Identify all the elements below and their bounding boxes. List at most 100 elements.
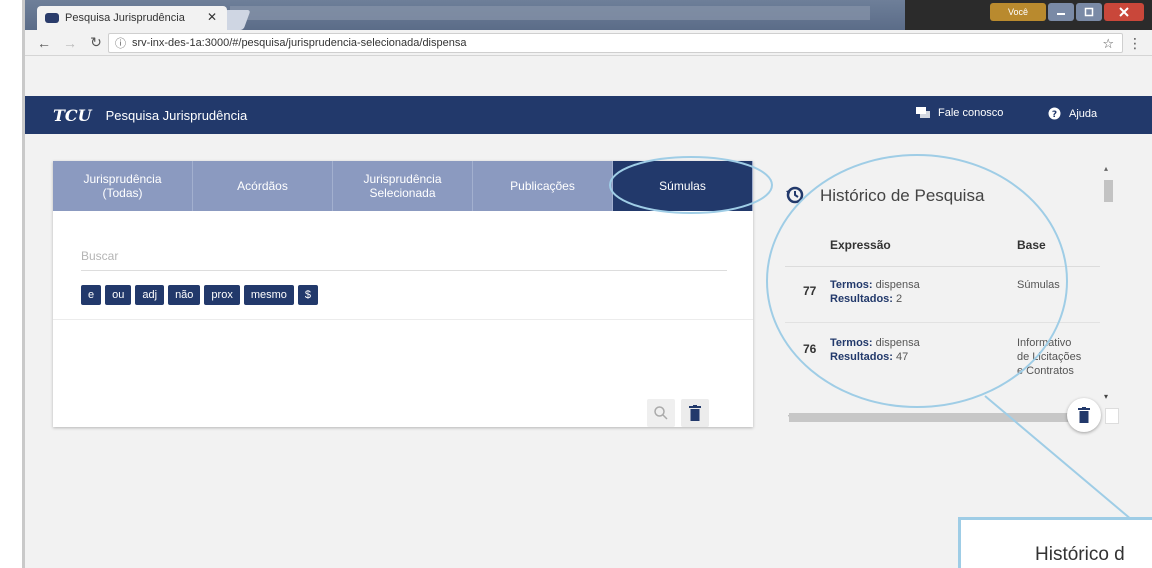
window-controls: Você [990, 3, 1144, 21]
app-header: TCU Pesquisa Jurisprudência Fale conosco… [25, 96, 1152, 134]
col-expression-header: Expressão [830, 238, 891, 252]
trash-icon [689, 405, 701, 421]
main-content: Jurisprudência (Todas) Acórdãos Jurisprud… [25, 134, 1152, 568]
terms-label: Termos: [830, 337, 873, 349]
tcu-logo[interactable]: TCU [53, 106, 92, 125]
tab-jurisprudencia-todas[interactable]: Jurisprudência (Todas) [53, 161, 193, 211]
results-value: 2 [896, 293, 903, 305]
help-link[interactable]: ? Ajuda [1048, 107, 1097, 120]
card-divider [53, 319, 753, 320]
url-field[interactable]: ⓘ srv-inx-des-1a:3000/#/pesquisa/jurispr… [108, 33, 1123, 53]
operator-ou-button[interactable]: ou [105, 285, 132, 305]
close-tab-icon[interactable]: ✕ [207, 10, 217, 24]
scroll-down-arrow-icon[interactable]: ▾ [1104, 392, 1108, 401]
back-icon[interactable]: ← [37, 35, 51, 51]
minimize-button[interactable] [1048, 3, 1074, 21]
history-clock-icon [786, 186, 804, 204]
svg-text:?: ? [1052, 110, 1057, 120]
scroll-corner [1105, 408, 1119, 424]
info-icon[interactable]: ⓘ [115, 35, 126, 51]
minimize-icon [1057, 13, 1065, 15]
user-profile-button[interactable]: Você [990, 3, 1046, 21]
help-icon: ? [1048, 107, 1061, 120]
blurred-bookmarks [230, 6, 870, 20]
screenshot-stage: Pesquisa Jurisprudência ✕ Você ← → ↻ ⓘ s… [0, 0, 1152, 568]
history-row-base: Súmulas [1017, 278, 1087, 292]
search-icon [654, 406, 668, 420]
terms-value: dispensa [875, 337, 920, 349]
annotation-callout: Histórico d [958, 517, 1152, 568]
search-button[interactable] [647, 399, 675, 427]
tab-label: Jurisprudência [83, 172, 162, 186]
header-divider [785, 266, 1100, 267]
contact-link[interactable]: Fale conosco [916, 107, 1003, 119]
title-bar: Pesquisa Jurisprudência ✕ Você [25, 0, 1152, 30]
history-row-number: 76 [803, 342, 817, 356]
history-table: Expressão Base 77 Termos: dispensa Resul… [785, 222, 1100, 410]
results-label: Resultados: [830, 351, 893, 363]
results-label: Resultados: [830, 293, 893, 305]
reload-icon[interactable]: ↻ [89, 34, 103, 51]
results-value: 47 [896, 351, 909, 363]
clear-search-button[interactable] [681, 399, 709, 427]
operator-prox-button[interactable]: prox [204, 285, 240, 305]
menu-kebab-icon[interactable]: ⋮ [1128, 35, 1142, 52]
contact-label: Fale conosco [938, 107, 1004, 119]
history-row-base: Informativo de Licitações e Contratos [1017, 336, 1087, 378]
tab-publicacoes[interactable]: Publicações [473, 161, 613, 211]
history-icon [785, 185, 805, 210]
tab-sumulas[interactable]: Súmulas [613, 161, 753, 211]
base-line: e Contratos [1017, 365, 1074, 377]
browser-tab[interactable]: Pesquisa Jurisprudência ✕ [37, 6, 227, 30]
clear-history-button[interactable] [1067, 398, 1101, 432]
search-card: Jurisprudência (Todas) Acórdãos Jurisprud… [53, 161, 753, 427]
search-tabs: Jurisprudência (Todas) Acórdãos Jurisprud… [53, 161, 753, 211]
history-row-expression[interactable]: Termos: dispensa Resultados: 47 [830, 336, 920, 364]
terms-value: dispensa [875, 279, 920, 291]
forward-icon[interactable]: → [63, 35, 77, 51]
tab-title: Pesquisa Jurisprudência [65, 12, 185, 24]
terms-label: Termos: [830, 279, 873, 291]
scroll-up-arrow-icon[interactable]: ▴ [1104, 164, 1108, 173]
bookmark-star-icon[interactable]: ☆ [1102, 36, 1114, 52]
chat-icon [916, 107, 930, 118]
tcu-favicon-icon [45, 13, 59, 23]
close-window-button[interactable] [1104, 3, 1144, 21]
search-input[interactable]: Buscar [81, 249, 727, 271]
horizontal-scrollbar[interactable] [789, 413, 1074, 422]
url-text: srv-inx-des-1a:3000/#/pesquisa/jurisprud… [132, 37, 467, 49]
callout-text: Histórico d [1035, 544, 1125, 565]
col-base-header: Base [1017, 238, 1046, 252]
operator-e-button[interactable]: e [81, 285, 102, 305]
tab-label-sub: Selecionada [369, 186, 436, 200]
vertical-scrollbar[interactable] [1104, 180, 1113, 202]
operator-nao-button[interactable]: não [168, 285, 201, 305]
base-line: Súmulas [1017, 279, 1060, 291]
tab-label: Súmulas [659, 179, 706, 193]
base-line: de Licitações [1017, 351, 1082, 363]
operator-buttons: e ou adj não prox mesmo $ [81, 285, 319, 305]
user-label: Você [1007, 7, 1029, 17]
maximize-icon [1084, 7, 1094, 17]
operator-mesmo-button[interactable]: mesmo [243, 285, 294, 305]
history-title: Histórico de Pesquisa [820, 186, 985, 205]
close-icon [1119, 7, 1129, 17]
tab-jurisprudencia-selecionada[interactable]: Jurisprudência Selecionada [333, 161, 473, 211]
base-line: Informativo [1017, 337, 1072, 349]
history-row-number: 77 [803, 284, 817, 298]
tab-label: Acórdãos [237, 179, 288, 193]
app-title: Pesquisa Jurisprudência [105, 107, 248, 123]
row-divider [785, 322, 1100, 323]
operator-dollar-button[interactable]: $ [297, 285, 319, 305]
tab-acordaos[interactable]: Acórdãos [193, 161, 333, 211]
tab-label-sub: (Todas) [102, 186, 143, 200]
browser-window: Pesquisa Jurisprudência ✕ Você ← → ↻ ⓘ s… [25, 0, 1152, 568]
maximize-button[interactable] [1076, 3, 1102, 21]
tab-label: Publicações [510, 179, 575, 193]
address-bar: ← → ↻ ⓘ srv-inx-des-1a:3000/#/pesquisa/j… [25, 30, 1152, 56]
tab-label: Jurisprudência [363, 172, 442, 186]
help-label: Ajuda [1069, 107, 1098, 120]
trash-icon [1078, 407, 1090, 423]
history-row-expression[interactable]: Termos: dispensa Resultados: 2 [830, 278, 920, 306]
operator-adj-button[interactable]: adj [135, 285, 165, 305]
